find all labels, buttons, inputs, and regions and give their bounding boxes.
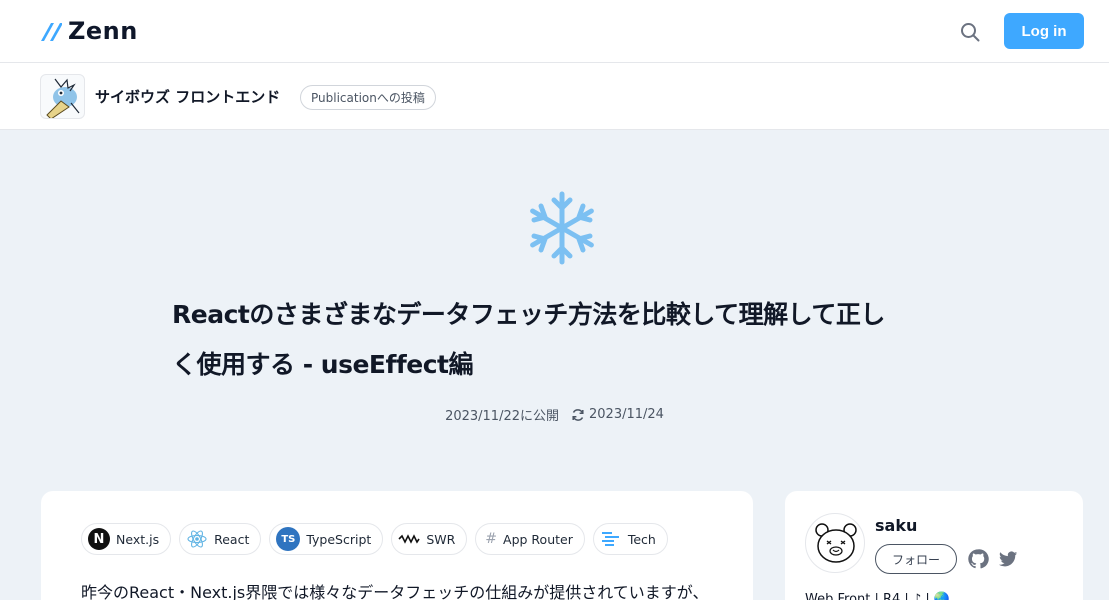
logo-text: Zenn bbox=[68, 17, 138, 45]
tech-icon bbox=[600, 528, 622, 550]
publication-name[interactable]: サイボウズ フロントエンド bbox=[95, 86, 280, 107]
github-icon[interactable] bbox=[967, 548, 989, 570]
published-date: 2023/11/22に公開 bbox=[445, 409, 559, 424]
article-body-card: N Next.js React TS TypeScript SWR # App … bbox=[41, 491, 753, 600]
topic-typescript[interactable]: TS TypeScript bbox=[269, 523, 384, 555]
publication-bar: サイボウズ フロントエンド Publicationへの投稿 bbox=[0, 63, 1109, 130]
topic-list: N Next.js React TS TypeScript SWR # App … bbox=[81, 523, 668, 555]
search-icon bbox=[961, 23, 980, 42]
topic-label: App Router bbox=[503, 531, 573, 547]
topic-swr[interactable]: SWR bbox=[391, 523, 468, 555]
topic-app-router[interactable]: # App Router bbox=[475, 523, 585, 555]
follow-button[interactable]: フォロー bbox=[875, 544, 957, 574]
site-header: Zenn Log in bbox=[0, 0, 1109, 63]
updated-date-wrap: 2023/11/24 bbox=[571, 405, 664, 424]
topic-label: SWR bbox=[426, 531, 456, 547]
typescript-icon: TS bbox=[276, 527, 301, 551]
publication-badge: Publicationへの投稿 bbox=[300, 85, 436, 110]
login-button[interactable]: Log in bbox=[1004, 13, 1084, 49]
twitter-icon[interactable] bbox=[997, 548, 1019, 570]
zenn-logo[interactable]: Zenn bbox=[40, 17, 138, 45]
bear-avatar-icon bbox=[815, 523, 857, 563]
topic-label: Next.js bbox=[116, 531, 160, 547]
topic-label: TypeScript bbox=[306, 531, 372, 547]
refresh-icon bbox=[572, 408, 584, 421]
publication-avatar[interactable] bbox=[40, 74, 85, 119]
search-button[interactable] bbox=[957, 19, 983, 45]
author-bio: Web Front | R4 | ♪ | 🌏 bbox=[805, 592, 951, 600]
react-icon bbox=[186, 528, 208, 550]
zenn-logo-icon bbox=[41, 23, 62, 41]
bird-mascot-icon bbox=[46, 78, 80, 118]
nextjs-icon: N bbox=[88, 528, 110, 550]
article-title-line-1: Reactのさまざまなデータフェッチ方法を比較して理解して正し bbox=[172, 300, 885, 329]
author-avatar[interactable] bbox=[805, 513, 865, 573]
article-title-line-2: く使用する - useEffect編 bbox=[172, 350, 473, 379]
snowflake-icon bbox=[530, 191, 594, 265]
author-card: saku フォロー Web Front | R4 | ♪ | 🌏 bbox=[785, 491, 1083, 600]
topic-label: Tech bbox=[627, 531, 656, 547]
topic-react[interactable]: React bbox=[179, 523, 262, 555]
hash-icon: # bbox=[485, 531, 498, 547]
swr-icon bbox=[398, 528, 420, 550]
article-dates: 2023/11/22に公開 2023/11/24 bbox=[0, 405, 1109, 424]
topic-nextjs[interactable]: N Next.js bbox=[81, 523, 172, 555]
topic-label: React bbox=[214, 531, 250, 547]
author-name[interactable]: saku bbox=[875, 516, 917, 535]
topic-tech[interactable]: Tech bbox=[592, 523, 668, 555]
updated-date: 2023/11/24 bbox=[589, 407, 664, 422]
article-intro-text: 昨今のReact・Next.js界隈では様々なデータフェッチの仕組みが提供されて… bbox=[81, 583, 709, 600]
article-title: Reactのさまざまなデータフェッチ方法を比較して理解して正し く使用する - … bbox=[172, 290, 942, 390]
